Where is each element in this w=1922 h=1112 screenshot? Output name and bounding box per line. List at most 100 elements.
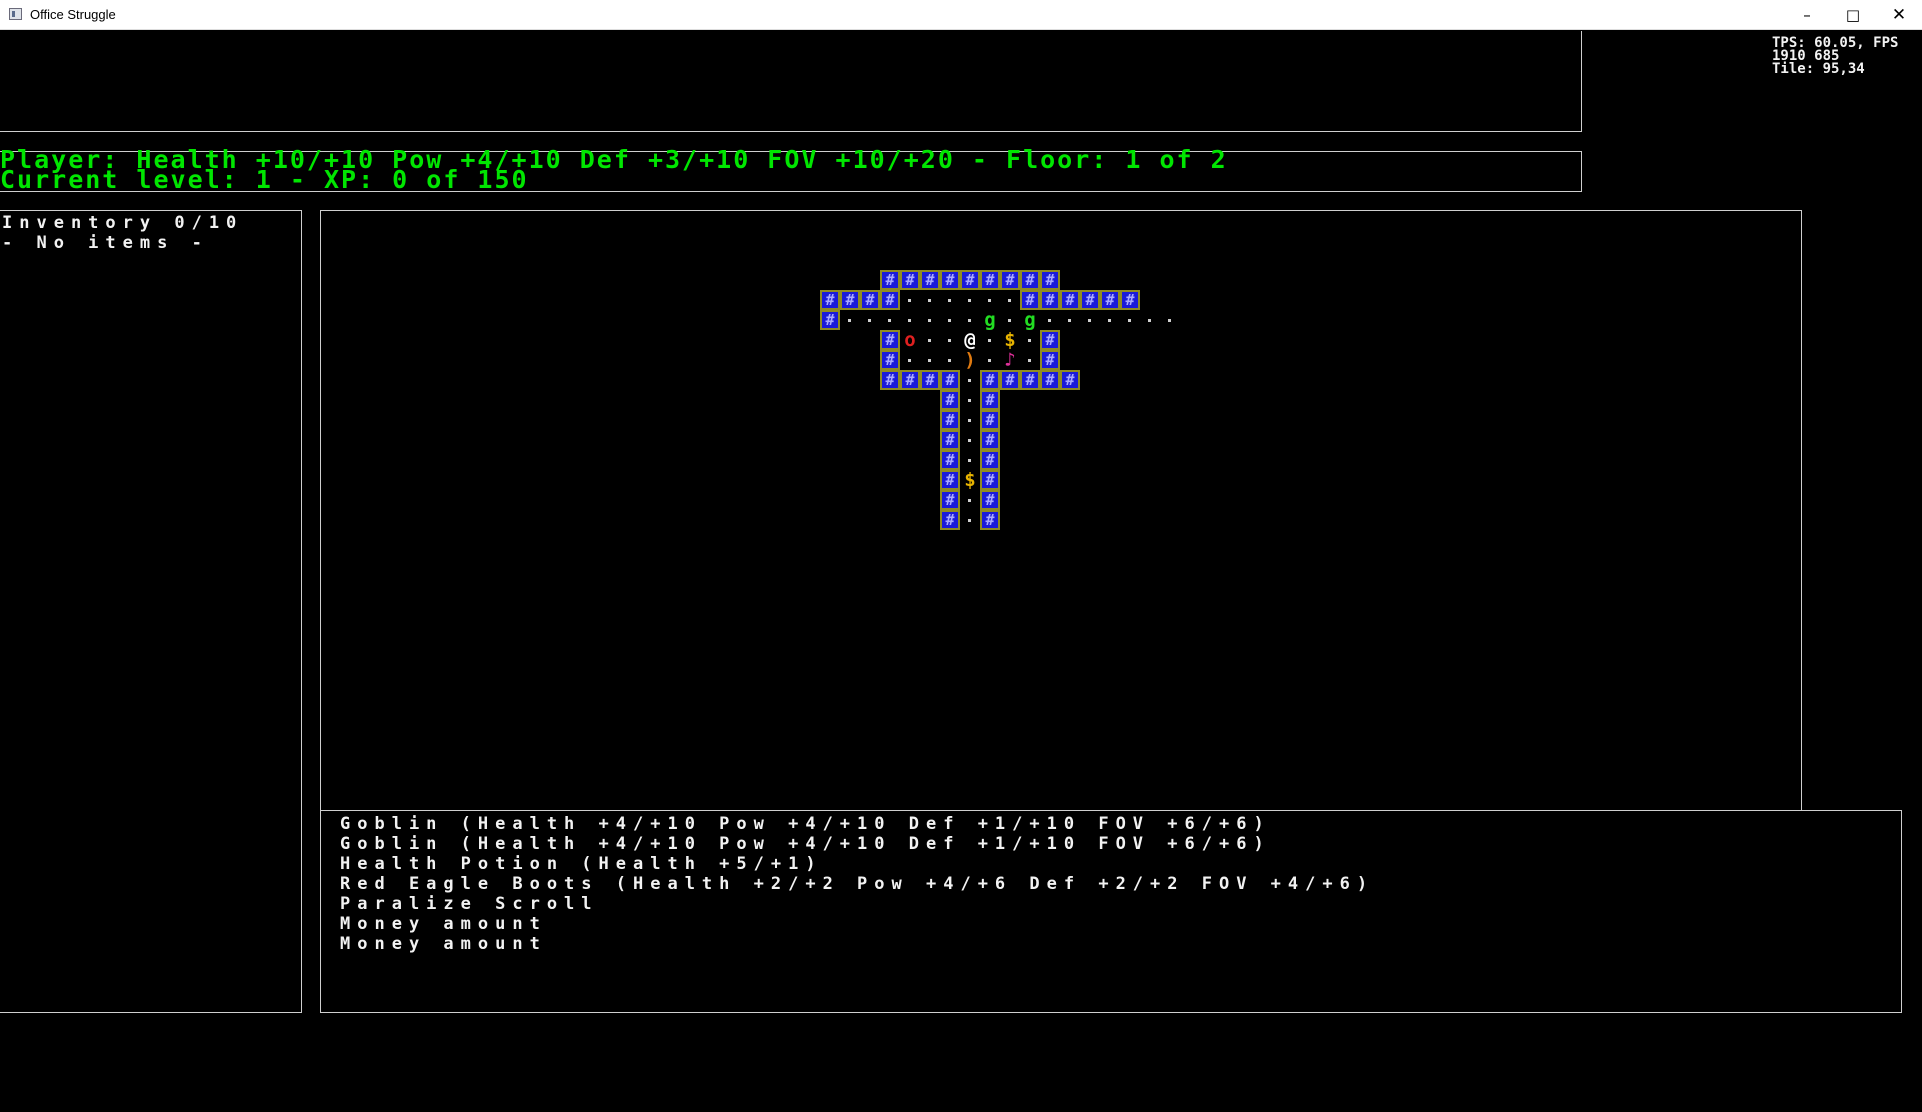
wall-tile [1060,370,1080,390]
money-pickup: $ [964,469,976,491]
wall-tile [1020,290,1040,310]
performance-readout: TPS: 60.05, FPS 1910 685 Tile: 95,34 [1772,36,1898,76]
wall-tile [940,430,960,450]
floor-tile [940,290,960,310]
floor-tile [1080,310,1100,330]
floor-tile [960,290,980,310]
floor-tile [960,510,980,530]
window-title: Office Struggle [30,7,116,22]
boots-item: ) [964,349,976,371]
wall-tile [1060,290,1080,310]
wall-tile [980,470,1000,490]
minimize-button[interactable]: – [1784,0,1830,30]
wall-tile [980,490,1000,510]
floor-tile [940,310,960,330]
floor-tile [920,310,940,330]
floor-tile [920,350,940,370]
wall-tile [1080,290,1100,310]
floor-tile [840,310,860,330]
wall-tile [940,410,960,430]
wall-tile [900,370,920,390]
wall-tile [1040,330,1060,350]
floor-tile [1020,330,1040,350]
health-potion-item: o [904,329,916,351]
wall-tile [980,510,1000,530]
floor-tile [900,350,920,370]
wall-tile [980,450,1000,470]
wall-tile [880,350,900,370]
wall-tile [880,270,900,290]
level-xp-line: Current level: 1 - XP: 0 of 150 [0,165,529,194]
floor-tile [980,290,1000,310]
inventory-title: Inventory 0/10 [2,213,244,233]
floor-tile [1040,310,1060,330]
wall-tile [820,310,840,330]
log-line: Paralize Scroll [340,894,599,914]
floor-tile [960,310,980,330]
wall-tile [820,290,840,310]
message-panel [0,31,1582,132]
wall-tile [940,450,960,470]
wall-tile [1120,290,1140,310]
floor-tile [960,410,980,430]
log-line: Money amount [340,934,547,954]
floor-tile [1020,350,1040,370]
player-character: @ [964,329,976,351]
floor-tile [1100,310,1120,330]
floor-tile [960,450,980,470]
floor-tile [900,290,920,310]
floor-tile [960,430,980,450]
wall-tile [840,290,860,310]
wall-tile [940,270,960,290]
floor-tile [960,490,980,510]
wall-tile [940,370,960,390]
log-line: Goblin (Health +4/+10 Pow +4/+10 Def +1/… [340,814,1271,834]
wall-tile [900,270,920,290]
money-pickup: $ [1004,329,1016,351]
wall-tile [880,370,900,390]
wall-tile [1040,370,1060,390]
wall-tile [940,510,960,530]
close-button[interactable]: ✕ [1876,0,1922,30]
log-line: Goblin (Health +4/+10 Pow +4/+10 Def +1/… [340,834,1271,854]
wall-tile [1040,270,1060,290]
floor-tile [900,310,920,330]
inventory-empty-text: - No items - [2,233,209,253]
wall-tile [880,330,900,350]
wall-tile [940,470,960,490]
floor-tile [960,370,980,390]
wall-tile [1000,270,1020,290]
wall-tile [1040,350,1060,370]
wall-tile [1000,370,1020,390]
floor-tile [940,350,960,370]
wall-tile [960,270,980,290]
floor-tile [1160,310,1180,330]
log-line: Money amount [340,914,547,934]
floor-tile [940,330,960,350]
wall-tile [980,390,1000,410]
floor-tile [1000,310,1020,330]
floor-tile [1140,310,1160,330]
inventory-panel [0,210,302,1013]
window-title-bar: Office Struggle – □ ✕ [0,0,1922,30]
floor-tile [920,290,940,310]
wall-tile [880,290,900,310]
floor-tile [980,330,1000,350]
floor-tile [1120,310,1140,330]
wall-tile [920,370,940,390]
floor-tile [920,330,940,350]
app-icon [9,8,22,20]
floor-tile [880,310,900,330]
wall-tile [940,490,960,510]
maximize-button[interactable]: □ [1830,0,1876,30]
scroll-item: ♪ [1004,349,1016,371]
floor-tile [860,310,880,330]
floor-tile [960,390,980,410]
wall-tile [940,390,960,410]
wall-tile [980,410,1000,430]
log-line: Red Eagle Boots (Health +2/+2 Pow +4/+6 … [340,874,1375,894]
wall-tile [1100,290,1120,310]
wall-tile [1020,370,1040,390]
wall-tile [860,290,880,310]
goblin-enemy: g [984,309,996,331]
